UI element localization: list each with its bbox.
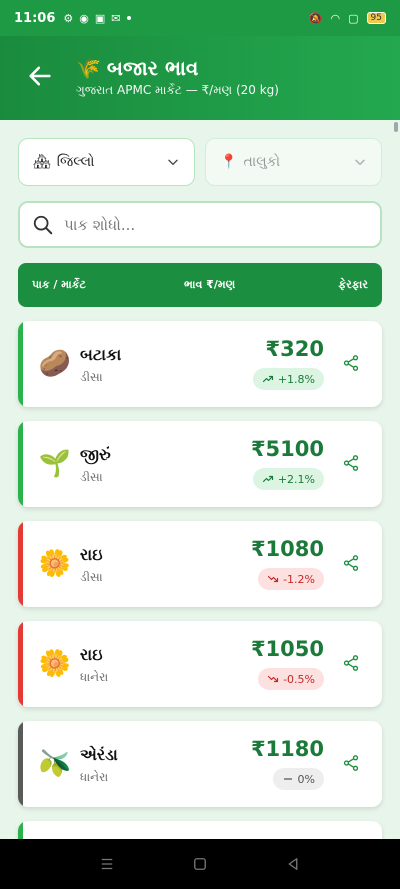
trend-up-icon [262, 375, 273, 383]
crop-icon: 🌼 [38, 549, 72, 579]
crop-name: બટાકા [80, 345, 122, 364]
change-value: +1.8% [277, 372, 315, 386]
app-bar: 🌾 બજાર ભાવ ગુજરાત APMC માર્કેટ — ₹/મણ (2… [0, 36, 400, 120]
change-badge: +2.1% [252, 468, 324, 490]
price-list: 🥔 બટાકા ડીસા ₹320 +1.8% 🌱 જીરું ડીસા ₹5100 +2.1% 🌼… [18, 321, 382, 889]
trend-up-icon [262, 475, 273, 483]
share-icon[interactable] [342, 454, 360, 472]
crop-name: રાઇ [80, 545, 103, 564]
change-value: -0.5% [283, 672, 315, 686]
chevron-down-icon [355, 159, 365, 166]
chevron-down-icon [168, 159, 178, 166]
share-icon[interactable] [342, 354, 360, 372]
message-icon: ✉ [111, 11, 121, 25]
district-dropdown[interactable]: 🏘 જિલ્લો [18, 138, 195, 186]
house-icon: 🏘 [33, 154, 51, 170]
scroll-indicator [394, 122, 398, 132]
table-header: પાક / માર્કેટ ભાવ ₹/મણ ફેરફાર [18, 263, 382, 307]
sim-icon: ▢ [348, 11, 359, 25]
home-icon[interactable] [191, 855, 209, 873]
wifi-icon: ◠ [330, 11, 341, 25]
trend-flat-icon [283, 778, 292, 780]
crop-price: ₹1080 [250, 537, 324, 561]
recent-apps-icon[interactable] [98, 855, 116, 873]
crop-icon: 🌱 [38, 449, 72, 479]
status-time: 11:06 [14, 10, 56, 26]
change-badge: 0% [272, 768, 324, 790]
location-pin-icon: 📍 [220, 154, 238, 170]
search-box[interactable] [18, 201, 382, 248]
market-name: ડીસા [80, 470, 103, 484]
crop-icon: 🫒 [38, 749, 72, 779]
column-price: ભાવ ₹/મણ [184, 278, 236, 291]
price-row[interactable]: 🌱 જીરું ડીસા ₹5100 +2.1% [18, 421, 382, 507]
status-bar: 11:06 ⚙ ◉ ▣ ✉ 🔕 ◠ ▢ 95 [0, 0, 400, 36]
price-row[interactable]: 🥔 બટાકા ડીસા ₹320 +1.8% [18, 321, 382, 407]
wheat-icon: 🌾 [76, 56, 101, 80]
battery-indicator: 95 [366, 12, 386, 24]
price-row[interactable]: 🌼 રાઇ ધાનેરા ₹1050 -0.5% [18, 621, 382, 707]
change-badge: -0.5% [258, 668, 324, 690]
more-notifications-dot [126, 16, 131, 20]
page-title: 🌾 બજાર ભાવ [76, 56, 279, 80]
crop-name: જીરું [80, 445, 111, 464]
crop-icon: 🥔 [38, 349, 72, 379]
change-value: 0% [297, 772, 315, 786]
search-icon [33, 215, 53, 234]
crop-icon: 🌼 [38, 649, 72, 679]
trend-down-icon [267, 675, 279, 683]
trend-stripe [18, 721, 23, 807]
whatsapp-icon: ◉ [79, 11, 89, 25]
app-notification-icon: ▣ [94, 11, 106, 25]
share-icon[interactable] [342, 654, 360, 672]
crop-price: ₹5100 [250, 437, 324, 461]
change-badge: -1.2% [258, 568, 324, 590]
trend-stripe [18, 621, 23, 707]
filter-row: 🏘 જિલ્લો 📍 તાલુકો [18, 138, 382, 186]
system-nav-bar [0, 839, 400, 889]
market-name: ડીસા [80, 570, 103, 584]
trend-stripe [18, 421, 23, 507]
crop-price: ₹1050 [250, 637, 324, 661]
mute-icon: 🔕 [308, 11, 323, 25]
search-input[interactable] [64, 215, 354, 234]
page-title-text: બજાર ભાવ [106, 56, 199, 80]
price-row[interactable]: 🫒 એરંડા ધાનેરા ₹1180 0% [18, 721, 382, 807]
share-icon[interactable] [342, 554, 360, 572]
crop-price: ₹320 [265, 337, 324, 361]
back-icon[interactable] [284, 855, 302, 873]
price-row[interactable]: 🌼 રાઇ ડીસા ₹1080 -1.2% [18, 521, 382, 607]
crop-name: રાઇ [80, 645, 103, 664]
taluka-dropdown[interactable]: 📍 તાલુકો [205, 138, 382, 186]
trend-stripe [18, 321, 23, 407]
back-arrow-icon[interactable] [26, 62, 54, 90]
trend-stripe [18, 521, 23, 607]
crop-price: ₹1180 [250, 737, 324, 761]
gear-icon: ⚙ [63, 11, 74, 25]
crop-name: એરંડા [80, 745, 118, 764]
market-name: ધાનેરા [80, 770, 109, 784]
taluka-dropdown-label: તાલુકો [243, 154, 281, 170]
change-value: +2.1% [277, 472, 315, 486]
trend-down-icon [267, 575, 279, 583]
change-value: -1.2% [283, 572, 315, 586]
change-badge: +1.8% [252, 368, 324, 390]
market-name: ડીસા [80, 370, 103, 384]
column-change: ફેરફાર [338, 278, 368, 291]
page-subtitle: ગુજરાત APMC માર્કેટ — ₹/મણ (20 kg) [76, 83, 279, 97]
share-icon[interactable] [342, 754, 360, 772]
column-crop-market: પાક / માર્કેટ [32, 278, 86, 291]
market-name: ધાનેરા [80, 670, 109, 684]
district-dropdown-label: જિલ્લો [56, 154, 95, 170]
